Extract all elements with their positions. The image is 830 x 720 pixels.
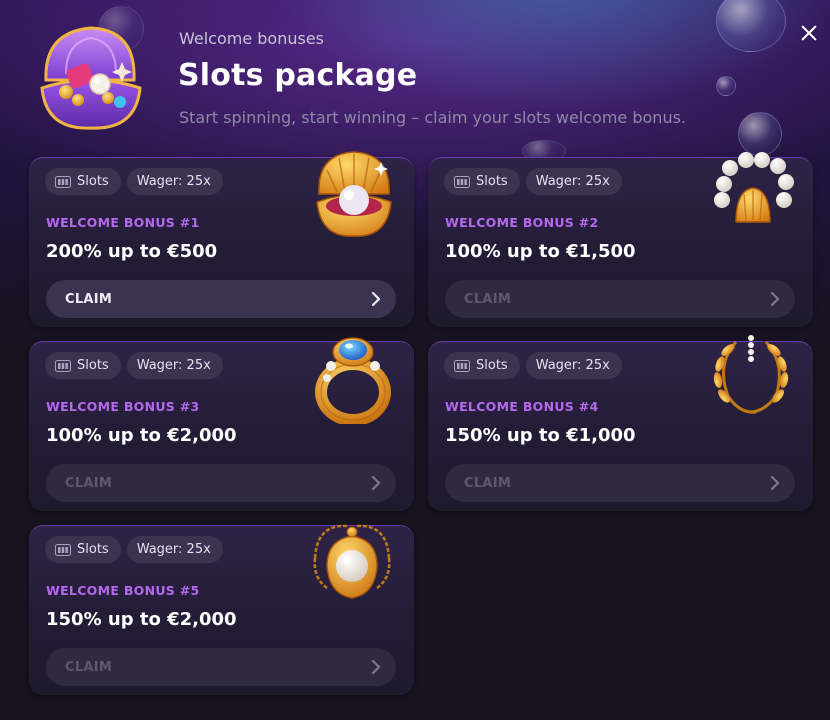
bonus-card-3: Slots Wager: 25x WELCOME BONUS #3 100% u… xyxy=(29,337,414,511)
slot-machine-icon xyxy=(55,543,71,556)
bonus-card-2: Slots Wager: 25x WELCOME BONUS #2 100% u… xyxy=(428,152,813,327)
claim-button-label: CLAIM xyxy=(65,659,113,675)
slot-machine-icon xyxy=(55,359,71,372)
claim-button-label: CLAIM xyxy=(464,475,512,491)
claim-button-label: CLAIM xyxy=(464,291,512,307)
bonus-label: WELCOME BONUS #2 xyxy=(445,215,599,230)
bonus-label: WELCOME BONUS #5 xyxy=(46,583,200,598)
bonus-amount: 100% up to €2,000 xyxy=(46,425,237,446)
bonus-card-4: Slots Wager: 25x WELCOME BONUS #4 150% u… xyxy=(428,335,813,511)
bonus-amount: 150% up to €1,000 xyxy=(445,425,636,446)
slot-machine-icon xyxy=(454,175,470,188)
bonus-amount: 150% up to €2,000 xyxy=(46,609,237,630)
wager-tag-label: Wager: 25x xyxy=(136,358,211,373)
bubble-decoration xyxy=(716,0,786,52)
wager-tag-label: Wager: 25x xyxy=(535,358,610,373)
bonus-amount: 100% up to €1,500 xyxy=(445,241,636,262)
claim-button[interactable]: CLAIM xyxy=(46,464,396,502)
wager-tag-label: Wager: 25x xyxy=(136,174,211,189)
modal-title: Slots package xyxy=(178,58,418,93)
slot-machine-icon xyxy=(454,359,470,372)
laurel-wreath-icon xyxy=(713,335,789,414)
pearl-pendant-icon xyxy=(313,524,391,599)
category-tag-label: Slots xyxy=(77,174,109,189)
bubble-decoration xyxy=(716,76,736,96)
pearl-bracelet-icon xyxy=(714,152,794,223)
category-tag: Slots xyxy=(45,536,121,563)
category-tag: Slots xyxy=(444,168,520,195)
modal-subtitle: Start spinning, start winning – claim yo… xyxy=(179,108,686,127)
wager-tag-label: Wager: 25x xyxy=(535,174,610,189)
claim-button[interactable]: CLAIM xyxy=(46,280,396,318)
bonus-card-5: Slots Wager: 25x WELCOME BONUS #5 150% u… xyxy=(29,524,414,695)
chevron-right-icon xyxy=(770,475,780,491)
category-tag: Slots xyxy=(45,352,121,379)
claim-button[interactable]: CLAIM xyxy=(445,464,795,502)
category-tag: Slots xyxy=(45,168,121,195)
chevron-right-icon xyxy=(770,291,780,307)
category-tag-label: Slots xyxy=(77,542,109,557)
bonus-label: WELCOME BONUS #1 xyxy=(46,215,200,230)
chevron-right-icon xyxy=(371,291,381,307)
bonus-card-1: Slots Wager: 25x WELCOME BONUS #1 200% u… xyxy=(29,151,414,327)
bubble-decoration xyxy=(738,112,782,156)
category-tag-label: Slots xyxy=(476,358,508,373)
bonus-label: WELCOME BONUS #3 xyxy=(46,399,200,414)
claim-button-label: CLAIM xyxy=(65,475,113,491)
close-button[interactable] xyxy=(796,20,822,46)
bonus-label: WELCOME BONUS #4 xyxy=(445,399,599,414)
pearl-shell-icon xyxy=(316,151,392,237)
wager-tag-label: Wager: 25x xyxy=(136,542,211,557)
claim-button[interactable]: CLAIM xyxy=(46,648,396,686)
wager-tag: Wager: 25x xyxy=(126,536,223,563)
wager-tag: Wager: 25x xyxy=(525,168,622,195)
bonus-amount: 200% up to €500 xyxy=(46,241,218,262)
chevron-right-icon xyxy=(371,475,381,491)
treasure-clam-icon xyxy=(40,26,142,130)
category-tag: Slots xyxy=(444,352,520,379)
chevron-right-icon xyxy=(371,659,381,675)
slot-machine-icon xyxy=(55,175,71,188)
claim-button[interactable]: CLAIM xyxy=(445,280,795,318)
sapphire-ring-icon xyxy=(315,337,391,424)
category-tag-label: Slots xyxy=(77,358,109,373)
modal-eyebrow: Welcome bonuses xyxy=(179,29,325,48)
wager-tag: Wager: 25x xyxy=(525,352,622,379)
wager-tag: Wager: 25x xyxy=(126,168,223,195)
wager-tag: Wager: 25x xyxy=(126,352,223,379)
slots-package-modal: Welcome bonuses Slots package Start spin… xyxy=(0,0,830,720)
category-tag-label: Slots xyxy=(476,174,508,189)
claim-button-label: CLAIM xyxy=(65,291,113,307)
